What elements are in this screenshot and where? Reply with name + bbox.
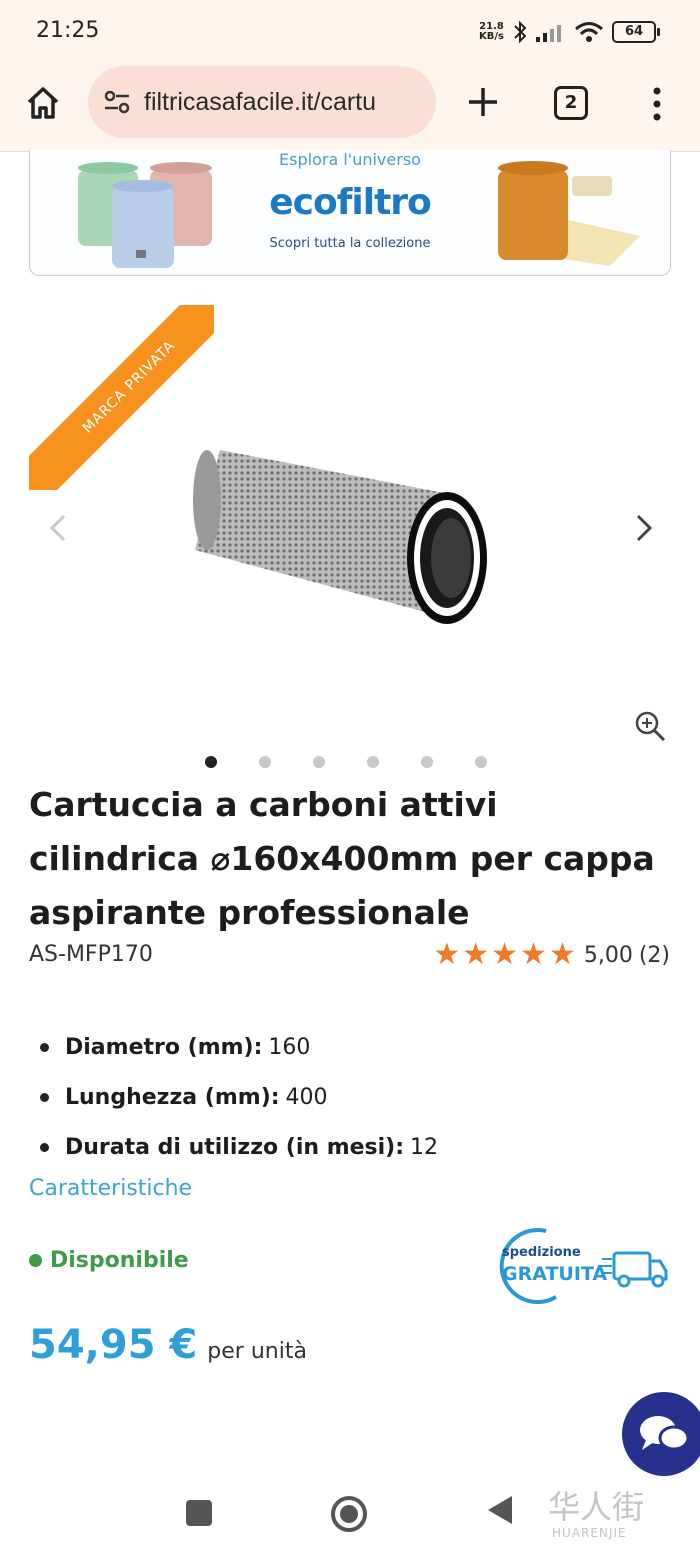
menu-dots-icon[interactable] — [648, 84, 666, 124]
availability-text: Disponibile — [50, 1248, 189, 1273]
site-settings-icon[interactable] — [102, 87, 132, 117]
features-link[interactable]: Caratteristiche — [29, 1176, 192, 1201]
recent-apps-icon[interactable] — [186, 1500, 212, 1526]
shipping-label-big: GRATUITA — [502, 1263, 608, 1285]
spec-item: Lunghezza (mm): 400 — [40, 1072, 438, 1122]
carousel-next-icon[interactable] — [632, 508, 656, 548]
spec-value: 400 — [285, 1084, 328, 1110]
carousel-dots — [205, 756, 487, 768]
zoom-icon[interactable] — [632, 708, 668, 744]
spec-value: 160 — [268, 1034, 311, 1060]
shipping-label-small: spedizione — [502, 1245, 581, 1260]
product-image[interactable] — [185, 440, 495, 630]
chat-button[interactable] — [622, 1392, 700, 1476]
browser-toolbar: filtricasafacile.it/cartu 2 — [0, 62, 700, 152]
spec-item: Diametro (mm): 160 — [40, 1022, 438, 1072]
signal-icon — [536, 25, 561, 42]
back-icon[interactable] — [488, 1496, 512, 1524]
price-row: 54,95 € per unità — [29, 1322, 307, 1368]
carousel-dot[interactable] — [313, 756, 325, 768]
system-nav-bar: 华人街 HUARENJIE — [0, 1476, 700, 1555]
carousel-dot[interactable] — [205, 756, 217, 768]
home-nav-icon[interactable] — [331, 1496, 367, 1532]
product-price: 54,95 € — [29, 1322, 198, 1368]
home-icon[interactable] — [24, 84, 62, 122]
spec-item: Durata di utilizzo (in mesi): 12 — [40, 1122, 438, 1172]
status-time: 21:25 — [36, 18, 100, 43]
carousel-dot[interactable] — [259, 756, 271, 768]
free-shipping-badge: spedizione GRATUITA — [486, 1225, 676, 1305]
carousel-dot[interactable] — [367, 756, 379, 768]
url-text: filtricasafacile.it/cartu — [144, 87, 377, 116]
rating-stars: ★★★★★ — [433, 937, 578, 972]
availability-dot — [29, 1254, 42, 1267]
spec-value: 12 — [410, 1134, 439, 1160]
spec-key: Durata di utilizzo (in mesi): — [65, 1134, 405, 1160]
availability-status: Disponibile — [29, 1248, 189, 1273]
address-bar[interactable]: filtricasafacile.it/cartu — [88, 66, 436, 138]
chat-bubble-icon — [640, 1416, 690, 1451]
carousel-prev-icon[interactable] — [46, 508, 70, 548]
ecofiltro-banner[interactable]: Esplora l'universo ecofiltro Scopri tutt… — [29, 150, 671, 276]
spec-key: Diametro (mm): — [65, 1034, 263, 1060]
tab-switcher-button[interactable]: 2 — [554, 86, 588, 120]
status-bar: 21:25 21.8 KB/s 64 — [0, 0, 700, 62]
battery-indicator: 64 — [612, 21, 660, 43]
carousel-dot[interactable] — [475, 756, 487, 768]
status-icons: 21.8 KB/s 64 — [479, 20, 660, 44]
wifi-icon — [575, 22, 603, 42]
spec-list: Diametro (mm): 160 Lunghezza (mm): 400 Dur… — [40, 1022, 438, 1172]
new-tab-icon[interactable] — [463, 82, 503, 122]
product-rating[interactable]: ★★★★★ 5,00 (2) — [433, 940, 670, 970]
price-unit: per unità — [207, 1339, 307, 1364]
carousel-dot[interactable] — [421, 756, 433, 768]
orange-dispenser-image — [498, 161, 640, 266]
bluetooth-icon — [514, 20, 527, 44]
rating-count: (2) — [638, 942, 670, 968]
watermark-subtext: HUARENJIE — [552, 1526, 627, 1540]
spec-key: Lunghezza (mm): — [65, 1084, 280, 1110]
net-speed: 21.8 KB/s — [479, 21, 504, 42]
rating-value: 5,00 — [583, 942, 633, 968]
product-sku: AS-MFP170 — [29, 942, 153, 967]
product-title: Cartuccia a carboni attivi cilindrica ⌀1… — [29, 785, 655, 932]
watermark-logo: 华人街 — [548, 1488, 645, 1526]
